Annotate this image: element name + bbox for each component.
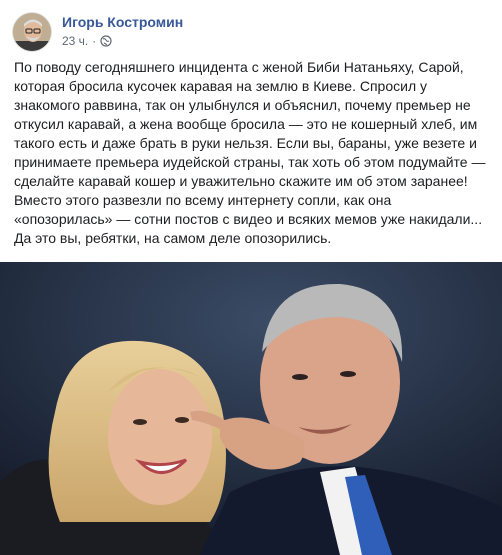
post-text: По поводу сегодняшнего инцидента с женой…	[14, 59, 486, 246]
author-avatar[interactable]	[12, 12, 52, 52]
author-name[interactable]: Игорь Костромин	[62, 14, 183, 30]
facebook-post: Игорь Костромин 23 ч. · По поводу сегодн…	[0, 0, 502, 555]
post-meta: 23 ч. ·	[62, 34, 112, 48]
post-timestamp[interactable]: 23 ч.	[62, 34, 88, 48]
post-header: Игорь Костромин 23 ч. ·	[12, 12, 490, 56]
meta-separator: ·	[92, 34, 97, 48]
globe-icon[interactable]	[100, 35, 112, 47]
post-photo[interactable]	[0, 262, 502, 555]
